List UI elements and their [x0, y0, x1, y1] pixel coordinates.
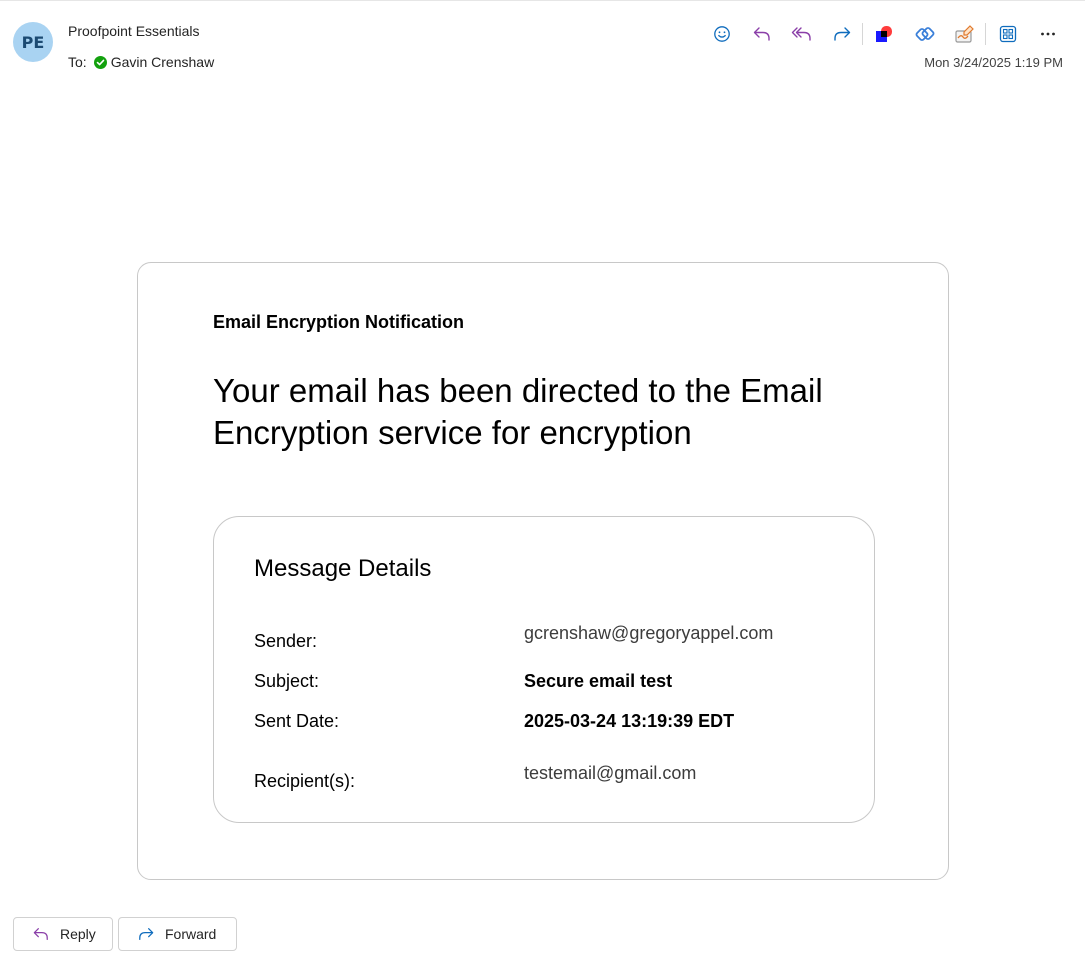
details-title: Message Details	[254, 555, 432, 582]
link-addin-icon[interactable]	[909, 20, 941, 48]
toolbar-divider	[985, 23, 986, 45]
sent-date-value: 2025-03-24 13:19:39 EDT	[524, 711, 735, 731]
notification-label: Email Encryption Notification	[213, 312, 465, 332]
reply-icon[interactable]	[746, 20, 778, 48]
to-label: To:	[68, 54, 87, 70]
avatar[interactable]: PE	[13, 22, 53, 62]
message-toolbar	[706, 20, 1072, 48]
avatar-initials: PE	[21, 32, 45, 52]
app-addin-icon[interactable]	[869, 20, 901, 48]
top-divider	[0, 0, 1085, 1]
to-line: To: Gavin Crenshaw	[68, 54, 214, 70]
subject-value: Secure email test	[524, 671, 673, 691]
apps-grid-icon[interactable]	[992, 20, 1024, 48]
reply-all-icon[interactable]	[786, 20, 818, 48]
forward-icon[interactable]	[826, 20, 858, 48]
message-details-box: Message Details Sender: gcrenshaw@gregor…	[213, 516, 875, 823]
sender-label: Sender:	[254, 631, 318, 651]
toolbar-divider	[862, 23, 863, 45]
recipients-value[interactable]: testemail@gmail.com	[524, 763, 696, 784]
notification-card: Email Encryption Notification Your email…	[137, 262, 949, 880]
notification-headline: Your email has been directed to the Emai…	[213, 372, 823, 451]
reply-button-label: Reply	[60, 926, 96, 942]
sent-date-label: Sent Date:	[254, 711, 340, 731]
message-date: Mon 3/24/2025 1:19 PM	[924, 55, 1063, 70]
sender-name[interactable]: Proofpoint Essentials	[68, 23, 200, 39]
sender-value[interactable]: gcrenshaw@gregoryappel.com	[524, 623, 773, 644]
emoji-icon[interactable]	[706, 20, 738, 48]
presence-available-icon	[93, 55, 107, 69]
forward-button[interactable]: Forward	[118, 917, 237, 951]
signature-addin-icon[interactable]	[949, 20, 981, 48]
recipients-label: Recipient(s):	[254, 771, 356, 791]
reply-button[interactable]: Reply	[13, 917, 113, 951]
recipient-name[interactable]: Gavin Crenshaw	[111, 54, 215, 70]
subject-label: Subject:	[254, 671, 320, 691]
reply-icon	[33, 928, 48, 940]
forward-button-label: Forward	[165, 926, 217, 942]
forward-icon	[139, 928, 154, 940]
more-icon[interactable]	[1032, 20, 1064, 48]
